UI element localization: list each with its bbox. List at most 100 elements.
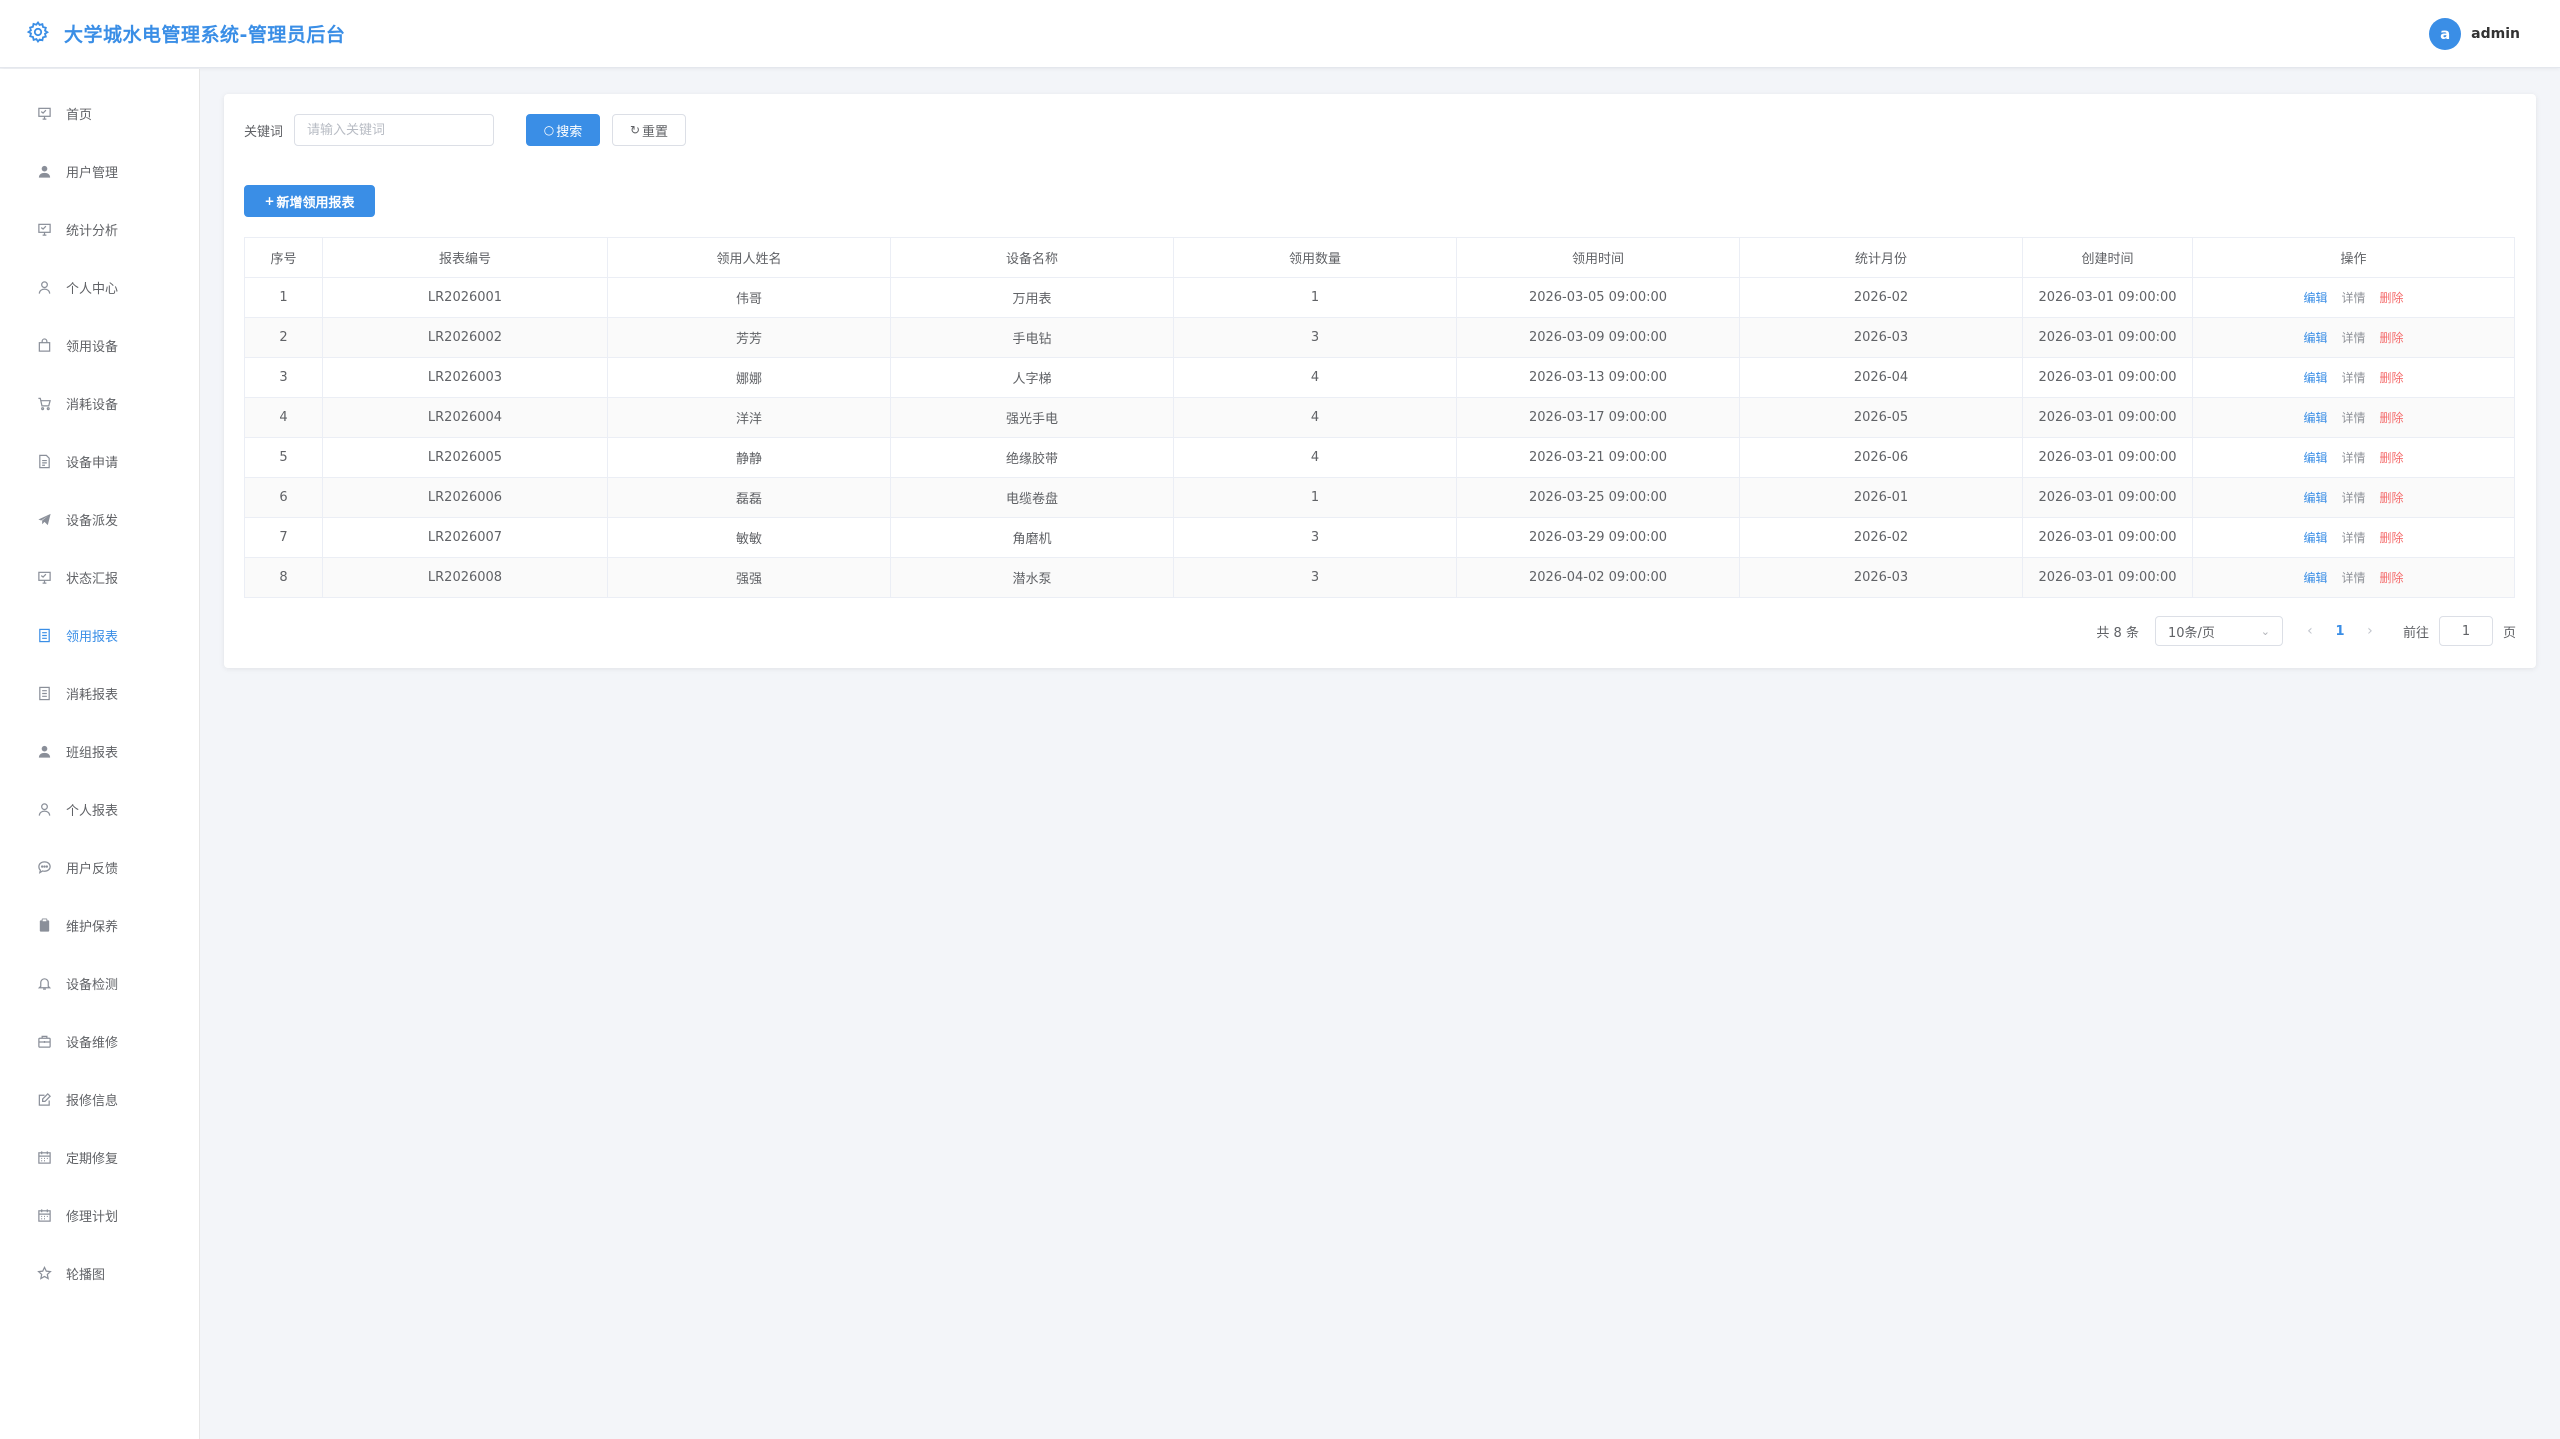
sidebar-item-label: 状态汇报	[66, 571, 119, 587]
actions-cell: 编辑 详情 删除	[2192, 277, 2515, 318]
detail-link[interactable]: 详情	[2341, 411, 2365, 425]
delete-link[interactable]: 删除	[2380, 331, 2404, 345]
monitor-icon	[36, 105, 52, 121]
sidebar-item-7[interactable]: 设备派发	[0, 490, 199, 548]
detail-link[interactable]: 详情	[2341, 531, 2365, 545]
keyword-input[interactable]	[294, 114, 495, 146]
table-row: 3 LR2026003 娜娜 人字梯 4 2026-03-13 09:00:00 2026-…	[244, 357, 2515, 398]
edit-link[interactable]: 编辑	[2303, 331, 2327, 345]
sidebar-item-5[interactable]: 消耗设备	[0, 374, 199, 432]
sidebar-item-14[interactable]: 维护保养	[0, 896, 199, 954]
edit-link[interactable]: 编辑	[2303, 571, 2327, 585]
sidebar-item-4[interactable]: 领用设备	[0, 316, 199, 374]
sidebar-item-16[interactable]: 设备维修	[0, 1012, 199, 1070]
clipboard-icon	[36, 917, 52, 933]
delete-link[interactable]: 删除	[2380, 371, 2404, 385]
delete-link[interactable]: 删除	[2380, 411, 2404, 425]
table-cell: 8	[244, 557, 323, 598]
sidebar-item-13[interactable]: 用户反馈	[0, 838, 199, 896]
table-cell: 潜水泵	[890, 557, 1174, 598]
reset-button[interactable]: ↻ 重置	[612, 114, 687, 146]
table-cell: 3	[1173, 317, 1457, 358]
sidebar-item-12[interactable]: 个人报表	[0, 780, 199, 838]
table-cell: LR2026005	[322, 437, 608, 478]
user-icon	[36, 801, 52, 817]
detail-link[interactable]: 详情	[2341, 491, 2365, 505]
sidebar-item-label: 统计分析	[66, 223, 119, 239]
delete-link[interactable]: 删除	[2380, 531, 2404, 545]
sidebar-item-11[interactable]: 班组报表	[0, 722, 199, 780]
top-header: 大学城水电管理系统-管理员后台 a admin	[0, 0, 2560, 68]
actions-cell: 编辑 详情 删除	[2192, 517, 2515, 558]
next-page-button[interactable]: ›	[2355, 623, 2385, 639]
user-menu[interactable]: a admin	[2429, 18, 2520, 50]
table-cell: 4	[1173, 397, 1457, 438]
sidebar-item-label: 领用报表	[66, 629, 119, 645]
actions-cell: 编辑 详情 删除	[2192, 437, 2515, 478]
sidebar-item-9[interactable]: 领用报表	[0, 606, 199, 664]
table-row: 8 LR2026008 强强 潜水泵 3 2026-04-02 09:00:00 2026-…	[244, 557, 2515, 598]
sidebar-item-18[interactable]: 定期修复	[0, 1128, 199, 1186]
page-number[interactable]: 1	[2325, 624, 2355, 639]
page-size-select[interactable]: 10条/页 ⌄	[2154, 616, 2283, 646]
table-cell: 万用表	[890, 277, 1174, 318]
detail-link[interactable]: 详情	[2341, 291, 2365, 305]
sidebar-item-20[interactable]: 轮播图	[0, 1244, 199, 1302]
table-cell: 2026-03-01 09:00:00	[2022, 357, 2193, 398]
edit-link[interactable]: 编辑	[2303, 491, 2327, 505]
delete-link[interactable]: 删除	[2380, 451, 2404, 465]
username[interactable]: admin	[2471, 26, 2520, 42]
table-cell: LR2026002	[322, 317, 608, 358]
delete-link[interactable]: 删除	[2380, 491, 2404, 505]
sidebar-item-6[interactable]: 设备申请	[0, 432, 199, 490]
delete-link[interactable]: 删除	[2380, 571, 2404, 585]
sidebar-item-label: 修理计划	[66, 1209, 119, 1225]
search-icon: ○	[543, 123, 555, 137]
calendar-icon	[36, 1207, 52, 1223]
table-cell: 2026-03-21 09:00:00	[1456, 437, 1740, 478]
table-cell: 2026-04	[1739, 357, 2023, 398]
detail-link[interactable]: 详情	[2341, 571, 2365, 585]
edit-link[interactable]: 编辑	[2303, 451, 2327, 465]
table-cell: 4	[244, 397, 323, 438]
search-button[interactable]: ○ 搜索	[526, 114, 601, 146]
sidebar-item-label: 消耗设备	[66, 397, 119, 413]
detail-link[interactable]: 详情	[2341, 371, 2365, 385]
table-row: 5 LR2026005 静静 绝缘胶带 4 2026-03-21 09:00:00 2026…	[244, 437, 2515, 478]
table-cell: 6	[244, 477, 323, 518]
reset-button-label: 重置	[642, 124, 669, 140]
table-cell: 4	[1173, 437, 1457, 478]
edit-link[interactable]: 编辑	[2303, 371, 2327, 385]
detail-link[interactable]: 详情	[2341, 331, 2365, 345]
edit-link[interactable]: 编辑	[2303, 531, 2327, 545]
sidebar-item-label: 用户管理	[66, 165, 119, 181]
actions-cell: 编辑 详情 删除	[2192, 317, 2515, 358]
edit-link[interactable]: 编辑	[2303, 411, 2327, 425]
table-cell: 4	[1173, 357, 1457, 398]
sidebar-item-8[interactable]: 状态汇报	[0, 548, 199, 606]
delete-link[interactable]: 删除	[2380, 291, 2404, 305]
sidebar-item-10[interactable]: 消耗报表	[0, 664, 199, 722]
detail-link[interactable]: 详情	[2341, 451, 2365, 465]
add-report-button[interactable]: + 新增领用报表	[244, 185, 375, 217]
avatar[interactable]: a	[2429, 18, 2462, 50]
sidebar-item-3[interactable]: 个人中心	[0, 258, 199, 316]
sidebar-item-0[interactable]: 首页	[0, 84, 199, 142]
sidebar-item-label: 设备申请	[66, 455, 119, 471]
sidebar-item-1[interactable]: 用户管理	[0, 142, 199, 200]
sidebar-item-2[interactable]: 统计分析	[0, 200, 199, 258]
page-size-value: 10条/页	[2167, 625, 2215, 641]
sidebar-item-15[interactable]: 设备检测	[0, 954, 199, 1012]
user-solid-icon	[36, 163, 52, 179]
table-cell: 2026-02	[1739, 277, 2023, 318]
sidebar-item-label: 报修信息	[66, 1093, 119, 1109]
sidebar-item-17[interactable]: 报修信息	[0, 1070, 199, 1128]
tickets-icon	[36, 685, 52, 701]
sidebar-item-label: 班组报表	[66, 745, 119, 761]
sidebar-item-19[interactable]: 修理计划	[0, 1186, 199, 1244]
edit-link[interactable]: 编辑	[2303, 291, 2327, 305]
prev-page-button[interactable]: ‹	[2295, 623, 2325, 639]
plus-icon: +	[264, 194, 275, 208]
star-icon	[36, 1265, 52, 1281]
goto-page-input[interactable]	[2438, 616, 2493, 646]
